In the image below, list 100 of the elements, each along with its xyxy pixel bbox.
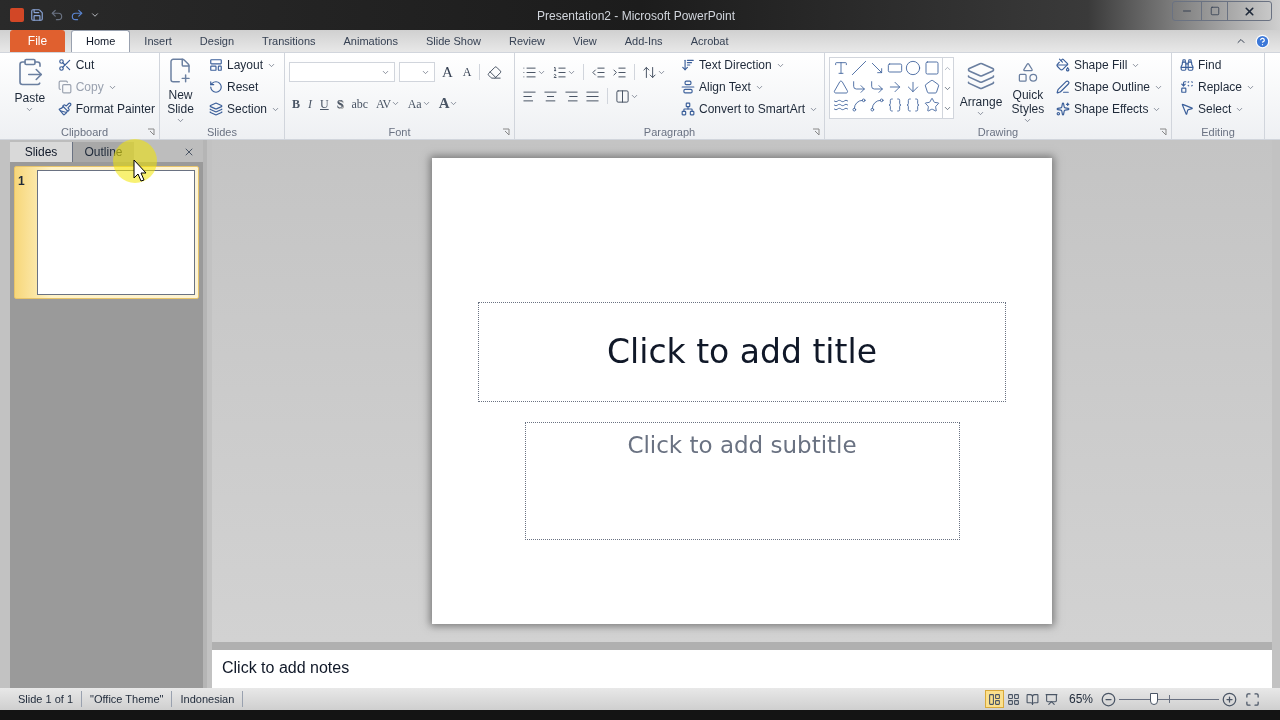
ribbon-tab[interactable]: Home bbox=[71, 30, 131, 52]
shapes-gallery[interactable] bbox=[829, 57, 955, 119]
slide-canvas[interactable]: Click to add title Click to add subtitle bbox=[432, 158, 1052, 624]
ribbon-button[interactable]: Find bbox=[1176, 54, 1260, 76]
oval-icon[interactable] bbox=[905, 60, 922, 76]
pentagon-icon[interactable] bbox=[923, 78, 940, 95]
format-button[interactable]: S bbox=[333, 93, 347, 114]
slide-thumbnail[interactable] bbox=[37, 170, 195, 295]
format-button[interactable]: Aa bbox=[404, 93, 434, 114]
redo-icon[interactable] bbox=[70, 8, 84, 22]
reading-view-icon bbox=[1025, 692, 1039, 706]
zoom-level[interactable]: 65% bbox=[1068, 690, 1093, 708]
elbow-arrow-icon[interactable] bbox=[869, 78, 886, 95]
group-label: Clipboard bbox=[60, 124, 109, 140]
ribbon-button[interactable]: Convert to SmartArt bbox=[677, 98, 823, 120]
star-icon[interactable] bbox=[923, 97, 940, 114]
dialog-launcher-icon[interactable] bbox=[1159, 128, 1167, 136]
shrink-font-button[interactable]: A bbox=[459, 63, 475, 82]
ribbon-button[interactable]: Text Direction bbox=[677, 54, 823, 76]
window-title: Presentation2 - Microsoft PowerPoint bbox=[536, 9, 736, 23]
slide-show-icon bbox=[1044, 692, 1058, 706]
ribbon-button[interactable]: Replace bbox=[1176, 76, 1260, 98]
ribbon-tab[interactable]: Transitions bbox=[248, 30, 330, 52]
subtitle-placeholder[interactable]: Click to add subtitle bbox=[524, 422, 960, 540]
file-tab[interactable]: File bbox=[10, 30, 65, 52]
ribbon-button[interactable]: Select bbox=[1176, 98, 1260, 120]
rectangle-icon[interactable] bbox=[887, 60, 904, 76]
ribbon-large-button[interactable]: Paste bbox=[10, 53, 50, 125]
ribbon-tab[interactable]: Insert bbox=[130, 30, 186, 52]
text-box-icon[interactable] bbox=[833, 60, 849, 76]
font-name-field[interactable] bbox=[289, 62, 395, 83]
zoom-in-icon[interactable] bbox=[1222, 691, 1237, 707]
close-pane-icon[interactable] bbox=[183, 146, 195, 158]
grow-font-button[interactable]: A bbox=[439, 61, 456, 84]
fit-to-window-icon[interactable] bbox=[1245, 691, 1260, 707]
customize-icon[interactable] bbox=[90, 10, 100, 20]
ribbon-button[interactable]: Shape Outline bbox=[1051, 76, 1167, 98]
slide-thumbnail-row[interactable]: 1 bbox=[14, 166, 199, 299]
ribbon-tab[interactable]: Slide Show bbox=[411, 30, 495, 52]
pane-tab[interactable]: Slides bbox=[10, 142, 72, 162]
group-label: Font bbox=[388, 124, 411, 140]
align-center-icon bbox=[543, 88, 558, 104]
curve-icon[interactable] bbox=[851, 97, 868, 114]
format-button[interactable]: I bbox=[305, 93, 315, 114]
replace-icon bbox=[1180, 80, 1194, 94]
ribbon-button[interactable]: Format Painter bbox=[53, 98, 159, 120]
ribbon-large-button[interactable]: Quick Styles bbox=[1007, 57, 1048, 125]
save-icon[interactable] bbox=[30, 8, 44, 22]
group-label: Paragraph bbox=[643, 124, 696, 140]
left-brace-icon[interactable] bbox=[887, 97, 904, 114]
ribbon-button[interactable]: Shape Effects bbox=[1051, 98, 1167, 120]
ribbon-tab[interactable]: Review bbox=[494, 30, 560, 52]
triangle-icon[interactable] bbox=[833, 78, 849, 95]
ribbon-button[interactable]: Reset bbox=[204, 76, 284, 98]
subtitle-placeholder-text: Click to add subtitle bbox=[627, 431, 857, 458]
reset-icon bbox=[208, 80, 223, 94]
elbow-connector-icon[interactable] bbox=[851, 78, 868, 95]
zoom-out-icon[interactable] bbox=[1101, 691, 1116, 707]
arc-icon[interactable] bbox=[869, 97, 886, 114]
numbering-icon bbox=[552, 64, 567, 80]
status-text: "Office Theme" bbox=[82, 690, 173, 708]
caret-icon bbox=[176, 116, 185, 125]
ribbon-button[interactable]: Cut bbox=[53, 54, 159, 76]
zoom-slider[interactable] bbox=[1119, 692, 1219, 706]
group-label: Editing bbox=[1201, 124, 1235, 140]
ribbon-tab[interactable]: View bbox=[559, 30, 611, 52]
ribbon-tab[interactable]: Animations bbox=[329, 30, 412, 52]
ribbon-button[interactable]: Layout bbox=[204, 54, 284, 76]
layout-icon bbox=[208, 58, 223, 72]
dialog-launcher-icon[interactable] bbox=[147, 128, 155, 136]
ribbon-large-button[interactable]: New Slide bbox=[160, 53, 201, 125]
dialog-launcher-icon[interactable] bbox=[812, 128, 820, 136]
title-placeholder[interactable]: Click to add title bbox=[478, 302, 1006, 402]
line-icon[interactable] bbox=[851, 60, 868, 76]
rounded-rectangle-icon[interactable] bbox=[923, 60, 940, 76]
ribbon-button[interactable]: Shape Fill bbox=[1051, 54, 1167, 76]
caret-icon bbox=[449, 99, 459, 108]
format-button[interactable]: A bbox=[435, 93, 462, 114]
ribbon-tab[interactable]: Add-Ins bbox=[610, 30, 677, 52]
format-button[interactable]: abc bbox=[348, 93, 372, 114]
font-size-field[interactable] bbox=[399, 62, 435, 83]
section-icon bbox=[208, 102, 223, 116]
undo-icon[interactable] bbox=[50, 8, 64, 22]
notes-field[interactable]: Click to add notes bbox=[212, 650, 1272, 688]
dialog-launcher-icon[interactable] bbox=[502, 128, 510, 136]
help-icon[interactable] bbox=[1255, 34, 1270, 49]
right-brace-icon[interactable] bbox=[905, 97, 922, 114]
format-button[interactable]: U bbox=[317, 93, 332, 114]
ribbon-large-button[interactable]: Arrange bbox=[958, 57, 1004, 125]
zoom-slider-thumb[interactable] bbox=[1150, 693, 1158, 705]
ribbon-button[interactable]: Section bbox=[204, 98, 284, 120]
align-text-icon bbox=[681, 80, 695, 94]
format-button[interactable]: B bbox=[289, 93, 303, 114]
scissors-icon bbox=[57, 58, 72, 72]
ribbon-tab[interactable]: Acrobat bbox=[676, 30, 743, 52]
ribbon-button[interactable]: Align Text bbox=[677, 76, 823, 98]
caret-icon bbox=[390, 99, 400, 108]
format-button[interactable]: AV bbox=[373, 93, 403, 114]
ribbon-tab[interactable]: Design bbox=[185, 30, 249, 52]
view-button[interactable] bbox=[984, 690, 1004, 708]
